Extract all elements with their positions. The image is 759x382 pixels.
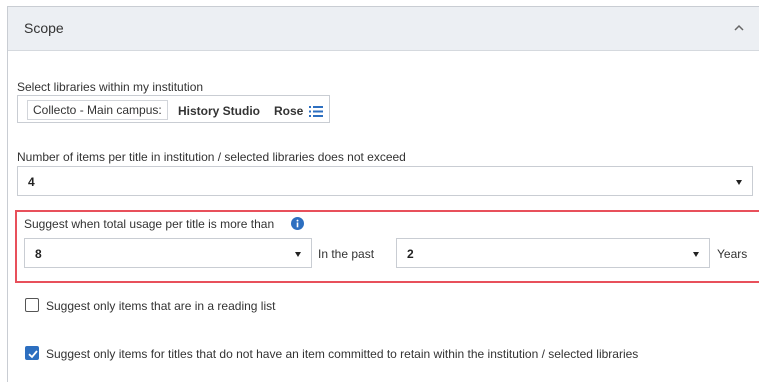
info-icon[interactable]: [291, 217, 304, 230]
caret-down-icon: [693, 252, 699, 257]
libraries-campus-tag: Collecto - Main campus:: [27, 100, 168, 120]
chevron-up-icon[interactable]: [731, 21, 747, 35]
years-label: Years: [717, 247, 748, 261]
libraries-selector[interactable]: Collecto - Main campus: History Studio R…: [17, 95, 330, 123]
reading-list-checkbox[interactable]: [25, 298, 39, 312]
section-header[interactable]: Scope: [8, 7, 759, 51]
usage-label: Suggest when total usage per title is mo…: [24, 217, 275, 231]
period-select[interactable]: 2: [396, 238, 710, 268]
checkmark-icon: [28, 350, 38, 359]
in-the-past-label: In the past: [318, 247, 375, 261]
section-title: Scope: [24, 20, 64, 36]
retain-label: Suggest only items for titles that do no…: [46, 347, 639, 361]
items-per-title-value: 4: [28, 175, 35, 189]
caret-down-icon: [736, 180, 742, 185]
items-per-title-label: Number of items per title in institution…: [17, 150, 406, 164]
items-per-title-select[interactable]: 4: [17, 166, 753, 196]
reading-list-label: Suggest only items that are in a reading…: [46, 299, 276, 313]
caret-down-icon: [295, 252, 301, 257]
libraries-label: Select libraries within my institution: [17, 80, 204, 94]
library-chip-rose: Rose: [274, 104, 304, 118]
period-value: 2: [407, 247, 414, 261]
list-icon[interactable]: [309, 104, 323, 117]
retain-checkbox[interactable]: [25, 346, 39, 360]
usage-threshold-value: 8: [35, 247, 42, 261]
library-chip-history-studio: History Studio: [178, 104, 261, 118]
usage-threshold-select[interactable]: 8: [24, 238, 312, 268]
